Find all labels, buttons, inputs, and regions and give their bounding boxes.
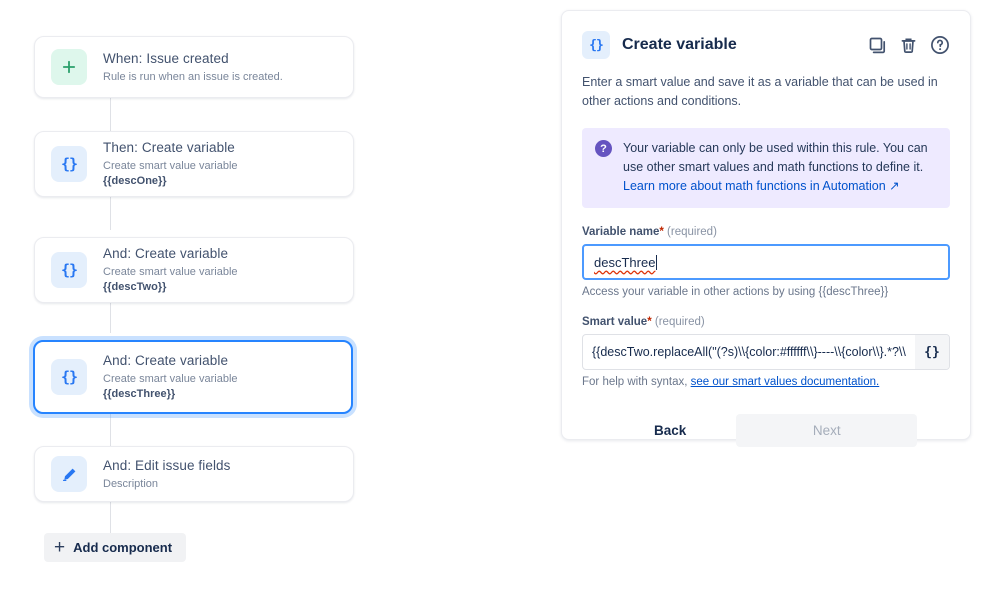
info-banner-message: Your variable can only be used within th… (623, 141, 928, 174)
info-banner: ? Your variable can only be used within … (582, 128, 950, 208)
smart-value-input[interactable]: {{descTwo.replaceAll("(?s)\\{color:#ffff… (583, 335, 915, 369)
variable-name-input[interactable]: descThree (582, 244, 950, 280)
rule-card-text: When: Issue created Rule is run when an … (103, 50, 283, 85)
variable-name-value: descThree (594, 255, 655, 270)
pencil-icon (51, 456, 87, 492)
rule-card-subtitle: Create smart value variable (103, 265, 238, 280)
variable-name-label: Variable name* (required) (582, 226, 950, 238)
rule-card-text: And: Create variable Create smart value … (103, 245, 238, 295)
connector-line (110, 303, 111, 333)
connector-line (110, 414, 111, 446)
smart-value-label-text: Smart value (582, 316, 647, 328)
rule-card-title: And: Create variable (103, 245, 238, 263)
duplicate-icon[interactable] (868, 36, 887, 55)
braces-icon: {} (582, 31, 610, 59)
rule-card-and-edit-issue-fields[interactable]: And: Edit issue fields Description (34, 446, 354, 502)
add-component-label: Add component (73, 540, 172, 555)
info-banner-text: Your variable can only be used within th… (623, 139, 937, 196)
panel-title: Create variable (622, 36, 868, 54)
delete-icon[interactable] (899, 36, 918, 55)
required-note: (required) (667, 226, 717, 238)
next-button[interactable]: Next (736, 414, 917, 447)
panel-description: Enter a smart value and save it as a var… (582, 73, 950, 111)
rule-card-subtitle: Description (103, 477, 231, 492)
plus-icon (51, 49, 87, 85)
panel-actions: Back Next (582, 414, 950, 447)
smart-value-label: Smart value* (required) (582, 316, 950, 328)
app-root: When: Issue created Rule is run when an … (0, 0, 999, 594)
rule-card-title: And: Create variable (103, 352, 238, 370)
rule-card-variable: {{descOne}} (103, 174, 238, 189)
rule-builder-panel: When: Issue created Rule is run when an … (0, 0, 545, 594)
question-mark-icon: ? (595, 140, 612, 157)
rule-card-and-create-variable-two[interactable]: {} And: Create variable Create smart val… (34, 237, 354, 303)
rule-card-when-issue-created[interactable]: When: Issue created Rule is run when an … (34, 36, 354, 98)
smart-values-documentation-link[interactable]: see our smart values documentation. (691, 376, 880, 388)
variable-name-label-text: Variable name (582, 226, 659, 238)
rule-card-text: And: Edit issue fields Description (103, 457, 231, 492)
smart-value-help-prefix: For help with syntax, (582, 376, 691, 388)
required-star: * (659, 226, 663, 238)
plus-icon: + (54, 538, 65, 557)
rule-card-variable: {{descTwo}} (103, 280, 238, 295)
add-component-button[interactable]: + Add component (44, 533, 186, 562)
rule-card-then-create-variable[interactable]: {} Then: Create variable Create smart va… (34, 131, 354, 197)
braces-icon: {} (51, 252, 87, 288)
rule-card-text: And: Create variable Create smart value … (103, 352, 238, 402)
connector-line (110, 197, 111, 230)
connector-line (110, 502, 111, 535)
required-note: (required) (655, 316, 705, 328)
braces-icon: {} (51, 359, 87, 395)
required-star: * (647, 316, 651, 328)
smart-value-help: For help with syntax, see our smart valu… (582, 376, 950, 388)
help-icon[interactable] (930, 35, 950, 55)
rule-card-subtitle: Create smart value variable (103, 372, 238, 387)
back-button[interactable]: Back (644, 416, 696, 445)
panel-header: {} Create variable (582, 31, 950, 59)
smart-value-field[interactable]: {{descTwo.replaceAll("(?s)\\{color:#ffff… (582, 334, 950, 370)
create-variable-panel: {} Create variable (561, 10, 971, 440)
rule-card-title: When: Issue created (103, 50, 283, 68)
braces-icon: {} (51, 146, 87, 182)
variable-name-help: Access your variable in other actions by… (582, 286, 950, 298)
rule-card-variable: {{descThree}} (103, 387, 238, 402)
rule-card-text: Then: Create variable Create smart value… (103, 139, 238, 189)
rule-card-subtitle: Rule is run when an issue is created. (103, 70, 283, 85)
learn-more-link[interactable]: Learn more about math functions in Autom… (623, 179, 900, 193)
rule-card-subtitle: Create smart value variable (103, 159, 238, 174)
panel-header-actions (868, 35, 950, 55)
text-caret (656, 255, 657, 270)
rule-card-title: And: Edit issue fields (103, 457, 231, 475)
rule-card-and-create-variable-three-selected[interactable]: {} And: Create variable Create smart val… (33, 340, 353, 414)
rule-card-title: Then: Create variable (103, 139, 238, 157)
connector-line (110, 98, 111, 131)
insert-smart-value-button[interactable]: {} (915, 335, 949, 369)
